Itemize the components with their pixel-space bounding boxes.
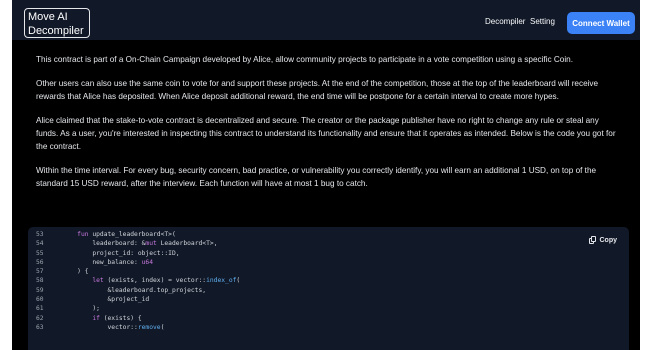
code-line: 56 new_balance: u64 (28, 258, 240, 267)
description-paragraph: Alice claimed that the stake-to-vote con… (36, 116, 616, 151)
code-text: vector::remove( (62, 323, 165, 331)
line-number: 55 (36, 249, 44, 257)
logo-line-2: Decompiler (28, 25, 84, 37)
nav-link-decompiler[interactable]: Decompiler (485, 17, 525, 26)
description: This contract is part of a On-Chain Camp… (36, 53, 620, 201)
code-text: new_balance: u64 (62, 258, 153, 266)
copy-label: Copy (599, 236, 618, 244)
description-paragraph: Other users can also use the same coin t… (36, 79, 599, 101)
line-number: 53 (36, 231, 44, 238)
line-number: 60 (36, 296, 44, 304)
code-line: 59 &leaderboard.top_projects, (28, 286, 240, 295)
line-number: 58 (36, 277, 44, 285)
code-line: 55 project_id: object::ID, (28, 249, 240, 258)
code-text: ); (62, 305, 100, 313)
line-number: 63 (36, 323, 44, 331)
code-line: 53 fun update_leaderboard<T>( (28, 230, 240, 239)
code-text: project_id: object::ID, (62, 249, 180, 257)
code-text: &leaderboard.top_projects, (62, 286, 207, 294)
code-lines: 53 fun update_leaderboard<T>(54 leaderbo… (28, 230, 240, 332)
code-text: let (exists, index) = vector::index_of( (92, 277, 241, 285)
line-number: 61 (36, 305, 44, 313)
nav-link-setting[interactable]: Setting (530, 17, 555, 26)
description-paragraph: This contract is part of a On-Chain Camp… (36, 55, 574, 64)
code-line: 63 vector::remove( (28, 323, 240, 332)
code-line: 57 ) { (28, 267, 240, 276)
code-text: if (exists) { (92, 314, 142, 322)
line-number: 57 (36, 268, 44, 276)
code-line: 62 if (exists) { (28, 314, 240, 323)
navbar: Move AI Decompiler Decompiler Setting Co… (12, 0, 640, 40)
code-text: ) { (62, 268, 89, 276)
code-text: leaderboard: &mut Leaderboard<T>, (62, 240, 218, 248)
app-logo[interactable]: Move AI Decompiler (24, 8, 90, 38)
code-line: 58 let (exists, index) = vector::index_o… (28, 276, 240, 285)
line-number: 59 (36, 286, 44, 294)
app-window: Move AI Decompiler Decompiler Setting Co… (12, 0, 640, 350)
code-line: 61 ); (28, 304, 240, 313)
connect-wallet-button[interactable]: Connect Wallet (567, 12, 635, 34)
code-line: 54 leaderboard: &mut Leaderboard<T>, (28, 239, 240, 248)
copy-button[interactable]: Copy (588, 236, 618, 244)
logo-line-1: Move AI (28, 11, 68, 23)
copy-icon (588, 236, 596, 244)
code-text: fun update_leaderboard<T>( (77, 231, 176, 238)
line-number: 56 (36, 258, 44, 266)
description-paragraph: Within the time interval. For every bug,… (36, 166, 597, 188)
code-line: 60 &project_id (28, 295, 240, 304)
line-number: 62 (36, 314, 44, 322)
line-number: 54 (36, 240, 44, 248)
code-block[interactable]: Copy 53 fun update_leaderboard<T>(54 lea… (28, 227, 629, 350)
code-text: &project_id (62, 296, 150, 304)
